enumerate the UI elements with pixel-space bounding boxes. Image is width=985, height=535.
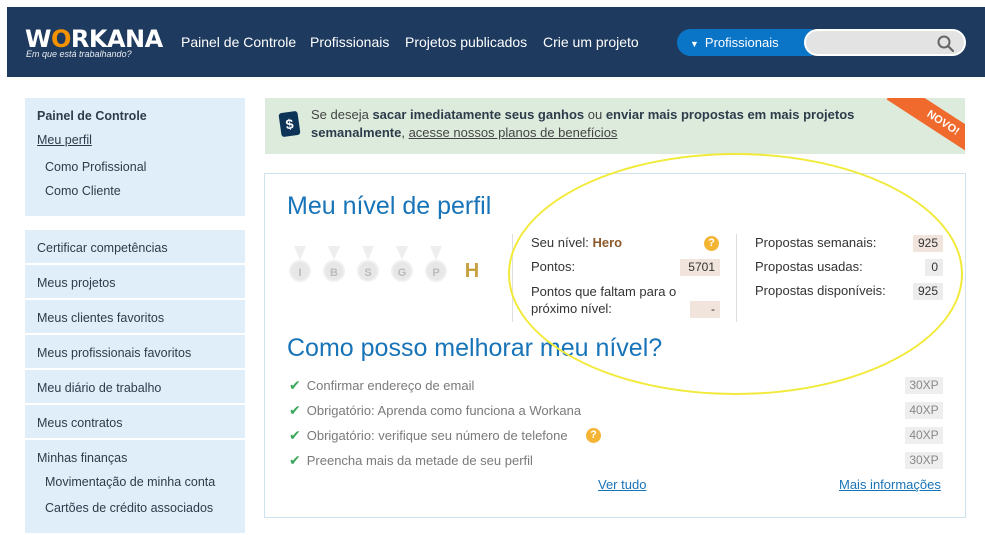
help-icon[interactable]: ?	[586, 428, 601, 443]
trophy-hero-icon: H	[464, 260, 480, 282]
see-all-link[interactable]: Ver tudo	[598, 477, 646, 492]
new-ribbon: NOVO!	[875, 98, 965, 154]
sidebar-group-profile: Painel de Controle Meu perfil Como Profi…	[25, 98, 245, 218]
xp-badge: 40XP	[905, 402, 943, 419]
sidebar-item-cartoes[interactable]: Cartões de crédito associados	[37, 494, 233, 520]
banner-text-1: Se deseja	[311, 107, 373, 122]
check-icon: ✔	[289, 377, 301, 393]
xp-badge: 30XP	[905, 452, 943, 469]
triangle-down-icon: ▼	[690, 39, 699, 49]
top-header: WORKANA Em que está trabalhando? Painel …	[7, 7, 985, 77]
help-icon[interactable]: ?	[704, 236, 719, 251]
level-label-text: Seu nível:	[531, 235, 589, 250]
task-item: ✔ Obrigatório: Aprenda como funciona a Wo…	[289, 402, 581, 419]
task-item: ✔ Preencha mais da metade de seu perfil	[289, 452, 533, 469]
available-proposals-value: 925	[913, 283, 943, 300]
logo-tagline: Em que está trabalhando?	[26, 49, 132, 59]
banner-bold-1: sacar imediatamente seus ganhos	[372, 107, 585, 122]
task-label: Obrigatório: Aprenda como funciona a Wor…	[306, 403, 582, 418]
task-label: Preencha mais da metade de seu perfil	[306, 453, 533, 468]
level-value: Hero	[592, 235, 623, 250]
check-icon: ✔	[289, 452, 301, 468]
badge-silver-icon: S	[357, 246, 379, 282]
xp-badge: 40XP	[905, 427, 943, 444]
used-proposals-value: 0	[925, 259, 943, 276]
level-title: Meu nível de perfil	[287, 192, 492, 220]
more-info-link[interactable]: Mais informações	[839, 477, 941, 492]
sidebar-item-profissionais-favoritos[interactable]: Meus profissionais favoritos	[25, 335, 245, 370]
badge-iniciante-icon: I	[289, 246, 311, 282]
sidebar-item-como-profissional[interactable]: Como Profissional	[37, 160, 233, 184]
banner-text-3: ,	[401, 125, 409, 140]
points-remaining-value: -	[690, 301, 720, 318]
check-icon: ✔	[289, 427, 301, 443]
nav-crie-um-projeto[interactable]: Crie um projeto	[543, 34, 639, 50]
points-label: Pontos:	[531, 259, 576, 274]
nav-painel-de-controle[interactable]: Painel de Controle	[181, 34, 296, 50]
task-item: ✔ Obrigatório: verifique seu número de te…	[289, 427, 568, 444]
search-input[interactable]	[804, 29, 966, 56]
weekly-proposals-value: 925	[913, 235, 943, 252]
profile-level-panel: Meu nível de perfil I B S G P H Seu níve…	[264, 173, 966, 518]
banner-text-2: ou	[584, 107, 606, 122]
sidebar-title: Painel de Controle	[37, 109, 147, 123]
sidebar-group-financas: Minhas finanças Movimentação de minha co…	[25, 440, 245, 535]
badge-platinum-icon: P	[425, 246, 447, 282]
sidebar: Painel de Controle Meu perfil Como Profi…	[25, 98, 245, 535]
divider	[512, 234, 513, 322]
sidebar-item-meus-contratos[interactable]: Meus contratos	[25, 405, 245, 440]
benefit-plans-link[interactable]: acesse nossos planos de benefícios	[409, 125, 618, 140]
new-ribbon-label: NOVO!	[886, 98, 965, 154]
used-proposals-label: Propostas usadas:	[755, 259, 863, 274]
task-label: Confirmar endereço de email	[306, 378, 475, 393]
search-category-dropdown[interactable]: ▼ Profissionais	[677, 29, 812, 56]
sidebar-item-minhas-financas[interactable]: Minhas finanças	[37, 440, 233, 468]
points-remaining-label-2: próximo nível:	[531, 301, 612, 316]
nav-profissionais[interactable]: Profissionais	[310, 34, 389, 50]
dropdown-label: Profissionais	[704, 35, 779, 50]
sidebar-item-como-cliente[interactable]: Como Cliente	[37, 184, 233, 208]
xp-badge: 30XP	[905, 377, 943, 394]
sidebar-item-movimentacao[interactable]: Movimentação de minha conta	[37, 468, 233, 494]
nav-projetos-publicados[interactable]: Projetos publicados	[405, 34, 527, 50]
available-proposals-label: Propostas disponíveis:	[755, 283, 886, 298]
divider	[736, 234, 737, 322]
sidebar-item-certificar[interactable]: Certificar competências	[25, 230, 245, 265]
dollar-icon: $	[278, 110, 301, 138]
task-item: ✔ Confirmar endereço de email	[289, 377, 474, 394]
points-remaining-label-1: Pontos que faltam para o	[531, 284, 677, 299]
badge-bronze-icon: B	[323, 246, 345, 282]
sidebar-item-meu-perfil[interactable]: Meu perfil	[37, 133, 92, 147]
search-icon[interactable]	[936, 34, 956, 54]
banner-text: Se deseja sacar imediatamente seus ganho…	[311, 106, 901, 142]
task-label: Obrigatório: verifique seu número de tel…	[306, 428, 568, 443]
sidebar-item-clientes-favoritos[interactable]: Meus clientes favoritos	[25, 300, 245, 335]
sidebar-item-diario-de-trabalho[interactable]: Meu diário de trabalho	[25, 370, 245, 405]
sidebar-item-meus-projetos[interactable]: Meus projetos	[25, 265, 245, 300]
weekly-proposals-label: Propostas semanais:	[755, 235, 877, 250]
check-icon: ✔	[289, 402, 301, 418]
badge-gold-icon: G	[391, 246, 413, 282]
upgrade-banner: $ Se deseja sacar imediatamente seus gan…	[265, 98, 965, 154]
level-label: Seu nível: Hero	[531, 235, 622, 250]
points-value: 5701	[680, 259, 720, 276]
improve-title: Como posso melhorar meu nível?	[287, 334, 663, 362]
